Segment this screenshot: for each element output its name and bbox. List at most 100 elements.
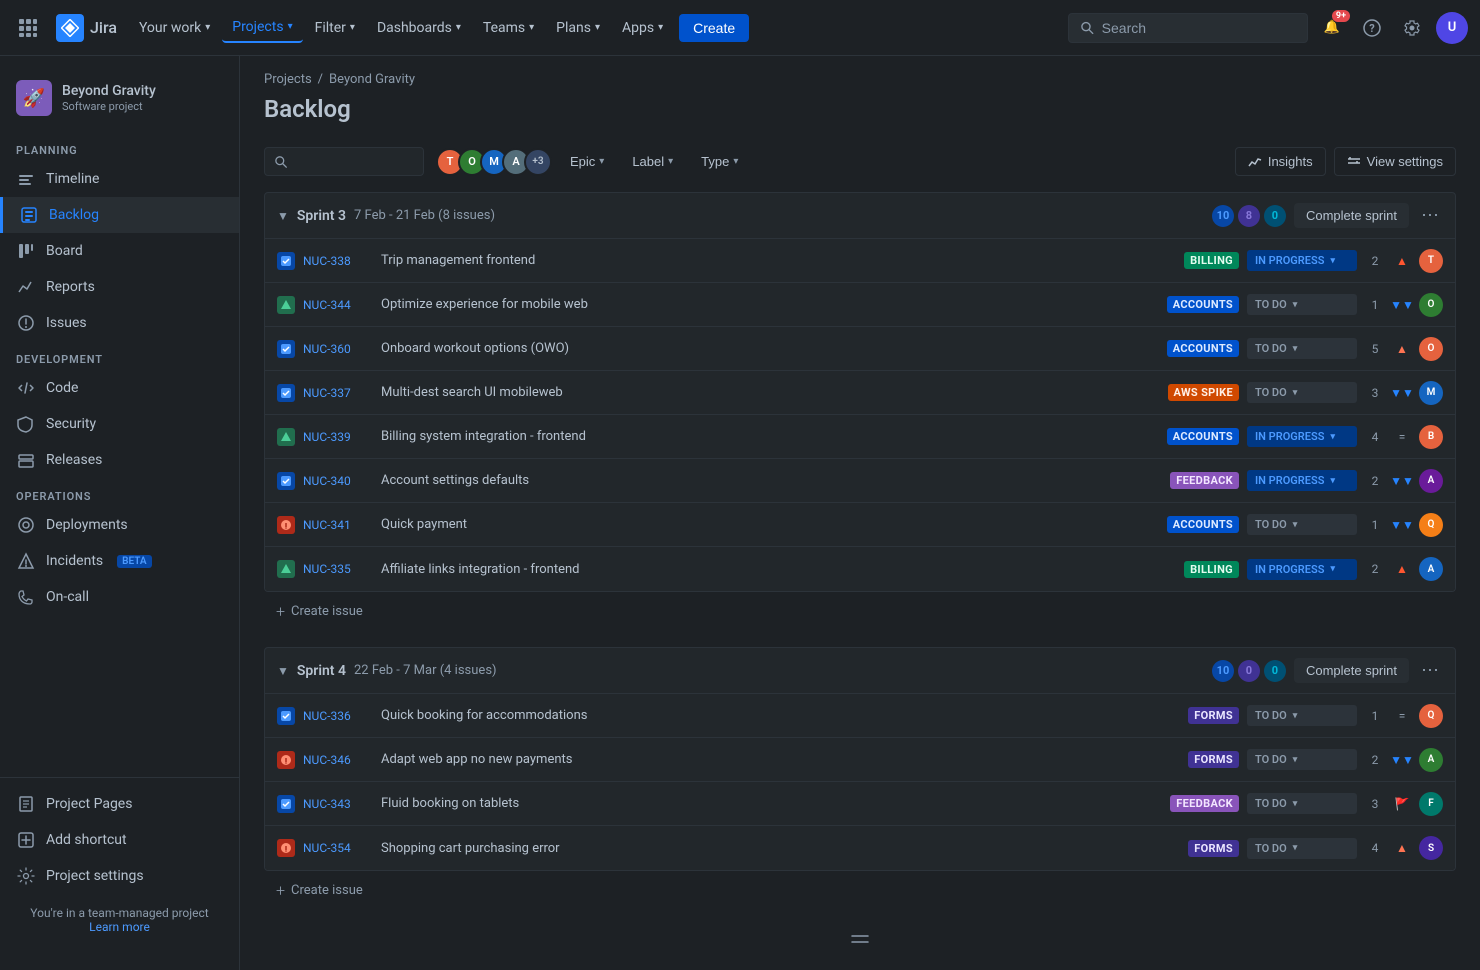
sprint-3-header[interactable]: ▼ Sprint 3 7 Feb - 21 Feb (8 issues) 10 … [264, 192, 1456, 239]
sprint-3-name: Sprint 3 [297, 208, 346, 224]
table-row[interactable]: NUC-338 Trip management frontend BILLING… [265, 239, 1455, 283]
priority-icon: ▼▼ [1393, 751, 1411, 769]
issue-key: NUC-346 [303, 753, 373, 767]
issue-number: 3 [1365, 386, 1385, 400]
sidebar-item-add-shortcut[interactable]: Add shortcut [0, 822, 239, 858]
chevron-icon: ▾ [658, 22, 663, 33]
issue-status[interactable]: IN PROGRESS▾ [1247, 426, 1357, 447]
view-settings-button[interactable]: View settings [1334, 147, 1456, 176]
jira-logo-icon [56, 14, 84, 42]
sidebar-item-releases[interactable]: Releases [0, 442, 239, 478]
sprint-4-header[interactable]: ▼ Sprint 4 22 Feb - 7 Mar (4 issues) 10 … [264, 647, 1456, 694]
issue-status[interactable]: TO DO▾ [1247, 705, 1357, 726]
help-button[interactable]: ? [1356, 12, 1388, 44]
sidebar-item-label: Deployments [46, 517, 128, 533]
sidebar-item-project-settings[interactable]: Project settings [0, 858, 239, 894]
notifications-button[interactable]: 🔔 9+ [1316, 12, 1348, 44]
nav-teams[interactable]: Teams ▾ [473, 14, 544, 42]
learn-more-link[interactable]: Learn more [89, 920, 150, 934]
table-row[interactable]: NUC-360 Onboard workout options (OWO) AC… [265, 327, 1455, 371]
issue-status[interactable]: TO DO▾ [1247, 514, 1357, 535]
breadcrumb-projects[interactable]: Projects [264, 72, 312, 87]
sidebar-item-board[interactable]: Board [0, 233, 239, 269]
sidebar-item-deployments[interactable]: Deployments [0, 507, 239, 543]
issue-status[interactable]: TO DO▾ [1247, 838, 1357, 859]
nav-plans[interactable]: Plans ▾ [546, 14, 610, 42]
sprint-4-badge-3: 0 [1264, 660, 1286, 682]
issue-avatar: F [1419, 792, 1443, 816]
label-filter[interactable]: Label ▾ [622, 148, 683, 175]
table-row[interactable]: NUC-344 Optimize experience for mobile w… [265, 283, 1455, 327]
issue-status[interactable]: TO DO▾ [1247, 793, 1357, 814]
table-row[interactable]: NUC-337 Multi-dest search UI mobileweb A… [265, 371, 1455, 415]
insights-button[interactable]: Insights [1235, 147, 1326, 176]
issue-title: Optimize experience for mobile web [381, 297, 1159, 312]
sidebar-item-issues[interactable]: Issues [0, 305, 239, 341]
issue-status[interactable]: IN PROGRESS▾ [1247, 470, 1357, 491]
nav-apps[interactable]: Apps ▾ [612, 14, 673, 42]
sidebar-item-code[interactable]: Code [0, 370, 239, 406]
table-row[interactable]: NUC-354 Shopping cart purchasing error F… [265, 826, 1455, 870]
project-avatar: 🚀 [16, 80, 52, 116]
table-row[interactable]: NUC-341 Quick payment ACCOUNTS TO DO▾ 1 … [265, 503, 1455, 547]
issue-status[interactable]: TO DO▾ [1247, 382, 1357, 403]
issue-number: 1 [1365, 518, 1385, 532]
table-row[interactable]: NUC-335 Affiliate links integration - fr… [265, 547, 1455, 591]
sprint-4-create-issue[interactable]: + Create issue [264, 871, 1456, 910]
nav-dashboards[interactable]: Dashboards ▾ [367, 14, 471, 42]
table-row[interactable]: NUC-346 Adapt web app no new payments FO… [265, 738, 1455, 782]
user-avatar[interactable]: U [1436, 12, 1468, 44]
priority-icon: ▼▼ [1393, 516, 1411, 534]
board-icon [16, 241, 36, 261]
table-row[interactable]: NUC-336 Quick booking for accommodations… [265, 694, 1455, 738]
epic-filter[interactable]: Epic ▾ [560, 148, 614, 175]
issue-status[interactable]: TO DO▾ [1247, 338, 1357, 359]
table-row[interactable]: NUC-339 Billing system integration - fro… [265, 415, 1455, 459]
priority-icon: = [1393, 428, 1411, 446]
sprint-3-complete-btn[interactable]: Complete sprint [1294, 203, 1409, 228]
create-button[interactable]: Create [679, 14, 749, 42]
table-row[interactable]: NUC-343 Fluid booking on tablets FEEDBAC… [265, 782, 1455, 826]
sprint-3-collapse[interactable]: ▼ [277, 209, 289, 223]
grid-icon[interactable] [12, 12, 44, 44]
avatar-more[interactable]: +3 [524, 148, 552, 176]
sidebar-item-oncall[interactable]: On-call [0, 579, 239, 615]
sidebar-item-timeline[interactable]: Timeline [0, 161, 239, 197]
priority-icon: ▲ [1393, 340, 1411, 358]
resize-handle[interactable] [240, 926, 1480, 952]
issue-status[interactable]: IN PROGRESS▾ [1247, 250, 1357, 271]
search-input[interactable] [1102, 20, 1295, 36]
breadcrumb-project[interactable]: Beyond Gravity [329, 72, 415, 87]
story-icon [277, 428, 295, 446]
sprint-4-more-menu[interactable]: ⋯ [1417, 660, 1443, 681]
sprint-4-collapse[interactable]: ▼ [277, 664, 289, 678]
sidebar-item-incidents[interactable]: Incidents BETA [0, 543, 239, 579]
sidebar-item-security[interactable]: Security [0, 406, 239, 442]
sprint-3-create-issue[interactable]: + Create issue [264, 592, 1456, 631]
layout: 🚀 Beyond Gravity Software project PLANNI… [0, 56, 1480, 970]
sidebar-item-reports[interactable]: Reports [0, 269, 239, 305]
table-row[interactable]: NUC-340 Account settings defaults FEEDBA… [265, 459, 1455, 503]
backlog-search-input[interactable] [293, 154, 413, 169]
sprint-3-section: ▼ Sprint 3 7 Feb - 21 Feb (8 issues) 10 … [264, 192, 1456, 631]
issue-key: NUC-335 [303, 562, 373, 576]
issue-key: NUC-338 [303, 254, 373, 268]
issue-status[interactable]: TO DO▾ [1247, 294, 1357, 315]
sidebar-item-backlog[interactable]: Backlog [0, 197, 239, 233]
settings-button[interactable] [1396, 12, 1428, 44]
sprint-4-complete-btn[interactable]: Complete sprint [1294, 658, 1409, 683]
sidebar-item-project-pages[interactable]: Project Pages [0, 786, 239, 822]
sprint-3-more-menu[interactable]: ⋯ [1417, 205, 1443, 226]
nav-your-work[interactable]: Your work ▾ [129, 14, 220, 42]
issue-status[interactable]: TO DO▾ [1247, 749, 1357, 770]
type-filter[interactable]: Type ▾ [691, 148, 748, 175]
issue-label: AWS SPIKE [1168, 384, 1240, 401]
jira-logo[interactable]: Jira [56, 14, 117, 42]
backlog-search[interactable] [264, 147, 424, 176]
nav-projects[interactable]: Projects ▾ [222, 13, 302, 43]
search-box[interactable] [1068, 13, 1308, 43]
sidebar-note: You're in a team-managed project Learn m… [0, 894, 239, 946]
issue-title: Quick payment [381, 517, 1159, 532]
nav-filter[interactable]: Filter ▾ [305, 14, 365, 42]
issue-status[interactable]: IN PROGRESS▾ [1247, 559, 1357, 580]
